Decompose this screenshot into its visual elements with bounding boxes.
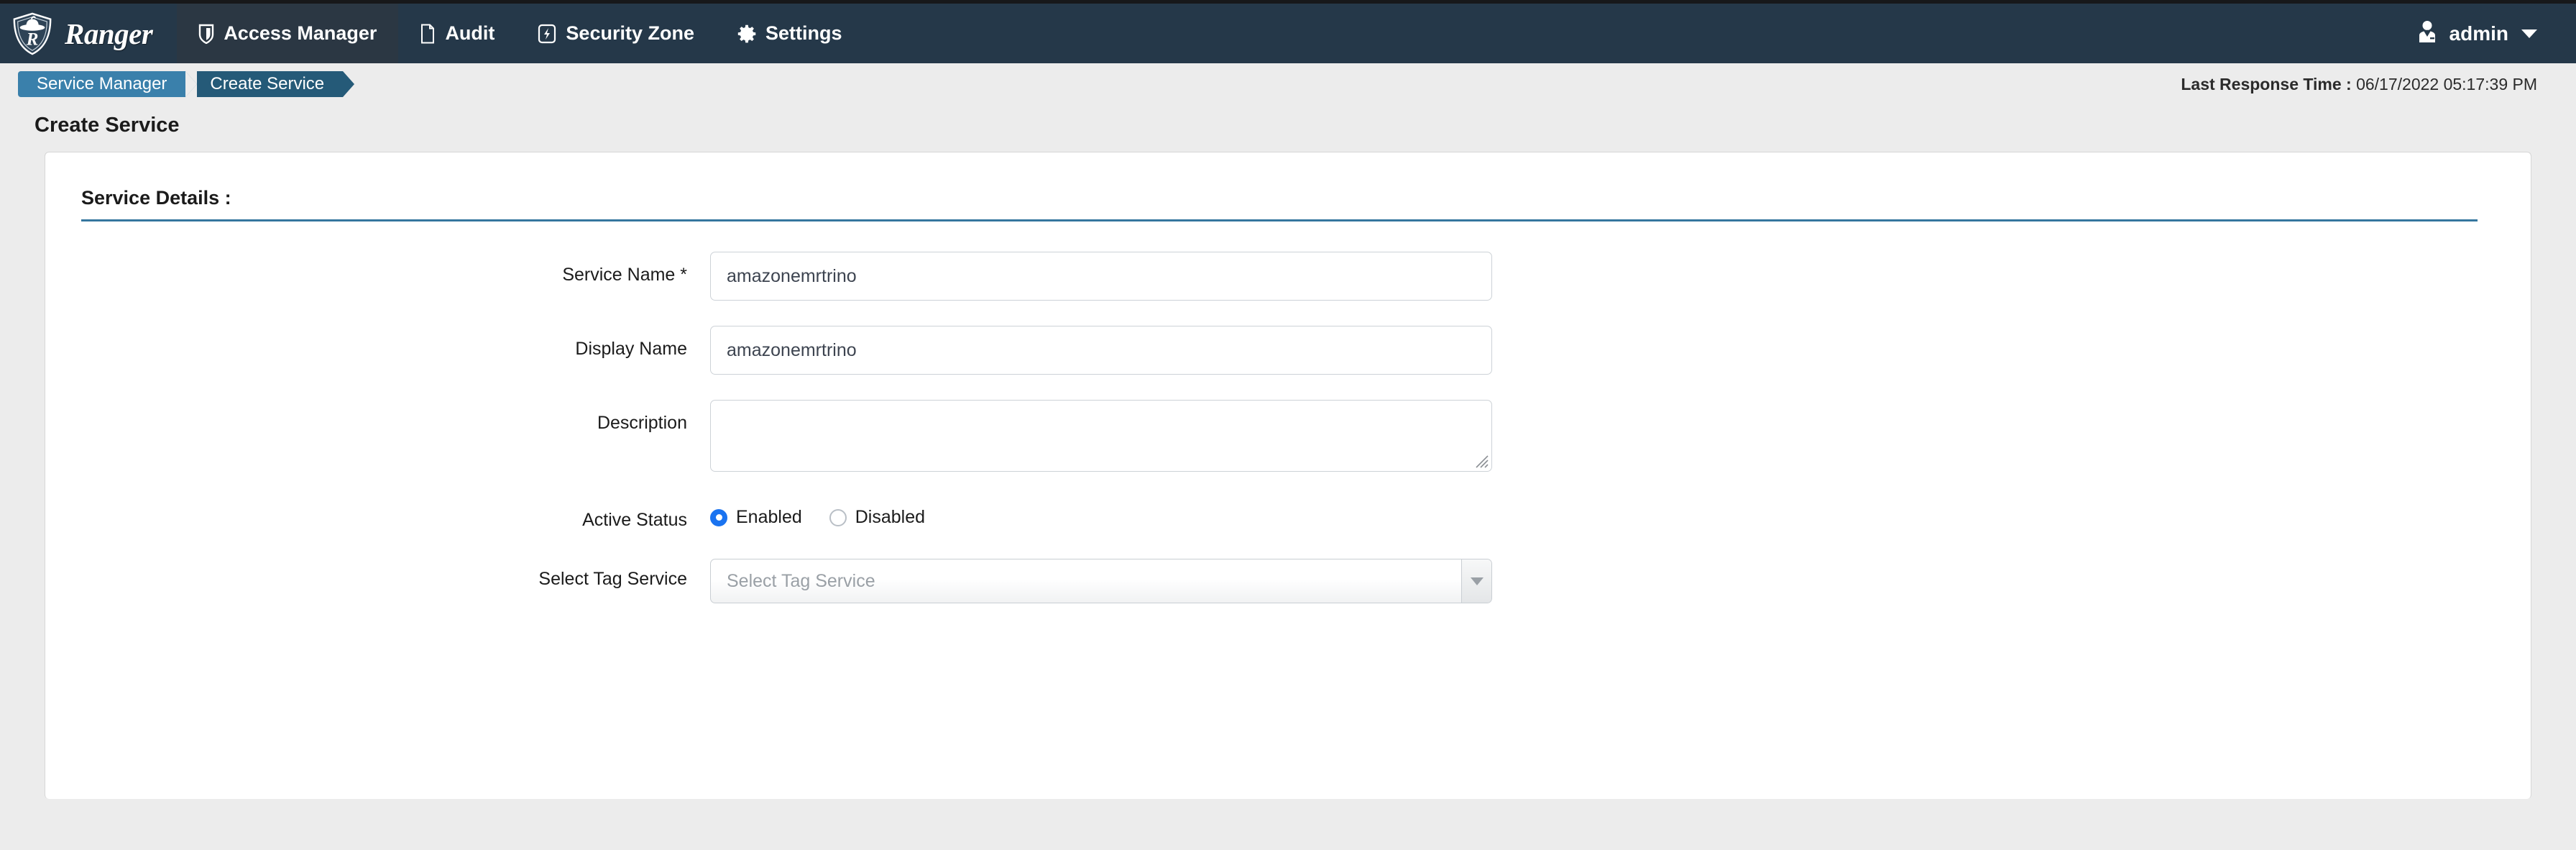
display-name-label: Display Name: [575, 339, 687, 359]
breadcrumb: Service Manager Create Service: [18, 71, 354, 97]
last-response-time: Last Response Time : 06/17/2022 05:17:39…: [2181, 75, 2576, 94]
service-name-input[interactable]: [710, 252, 1492, 301]
caret-down-icon: [2521, 29, 2537, 38]
tag-service-dropdown-button[interactable]: [1461, 559, 1491, 603]
form-row-display-name: Display Name: [45, 326, 2531, 375]
file-icon: [420, 24, 436, 44]
nav-item-security-zone[interactable]: Security Zone: [516, 4, 716, 63]
nav-items: Access Manager Audit Security Zone Setti…: [177, 4, 863, 63]
nav-item-label: Access Manager: [224, 22, 377, 44]
service-details-card: Service Details : Service Name * Display…: [45, 152, 2531, 799]
form-row-active-status: Active Status Enabled Disabled: [45, 497, 2531, 531]
nav-item-label: Settings: [765, 22, 842, 44]
active-status-radio-group: Enabled Disabled: [710, 497, 2531, 528]
nav-item-label: Security Zone: [566, 22, 694, 44]
breadcrumb-item-service-manager[interactable]: Service Manager: [18, 71, 198, 97]
radio-option-enabled[interactable]: Enabled: [710, 507, 802, 528]
user-menu[interactable]: admin: [2415, 4, 2576, 63]
active-status-label: Active Status: [582, 510, 687, 530]
display-name-input[interactable]: [710, 326, 1492, 375]
radio-indicator-enabled[interactable]: [710, 508, 727, 526]
breadcrumb-label: Create Service: [210, 74, 325, 93]
bolt-in-square-icon: [538, 24, 556, 44]
last-response-label: Last Response Time :: [2181, 74, 2352, 93]
section-title: Service Details :: [81, 187, 231, 209]
ranger-shield-logo-icon: R: [13, 12, 52, 55]
user-name: admin: [2449, 22, 2508, 45]
form-row-service-name: Service Name *: [45, 252, 2531, 301]
nav-item-settings[interactable]: Settings: [716, 4, 864, 63]
gear-icon: [737, 24, 756, 43]
radio-option-disabled[interactable]: Disabled: [829, 507, 925, 528]
user-tie-icon: [2415, 19, 2439, 47]
svg-text:R: R: [26, 29, 39, 49]
create-service-form: Service Name * Display Name Description: [45, 221, 2531, 603]
form-row-tag-service: Select Tag Service Select Tag Service: [45, 556, 2531, 603]
tag-service-selected-value: Select Tag Service: [727, 570, 875, 591]
shield-icon: [198, 24, 214, 44]
radio-label-enabled: Enabled: [736, 507, 802, 527]
description-label: Description: [597, 413, 687, 433]
form-row-description: Description: [45, 400, 2531, 472]
navbar: R Ranger Access Manager Audit Security Z…: [0, 4, 2576, 63]
breadcrumb-item-create-service[interactable]: Create Service: [185, 71, 354, 97]
radio-indicator-disabled[interactable]: [829, 508, 847, 526]
last-response-value: 06/17/2022 05:17:39 PM: [2356, 74, 2537, 93]
chevron-down-icon: [1470, 577, 1484, 585]
description-textarea[interactable]: [710, 400, 1492, 472]
nav-item-access-manager[interactable]: Access Manager: [177, 4, 399, 63]
brand-name: Ranger: [65, 17, 153, 50]
page-title: Create Service: [34, 114, 180, 137]
nav-item-label: Audit: [445, 22, 495, 44]
tag-service-select[interactable]: Select Tag Service: [710, 559, 1492, 603]
breadcrumb-label: Service Manager: [37, 74, 167, 93]
nav-item-audit[interactable]: Audit: [398, 4, 516, 63]
tag-service-label: Select Tag Service: [538, 569, 687, 589]
breadcrumb-bar: Service Manager Create Service Last Resp…: [0, 63, 2576, 105]
brand[interactable]: R Ranger: [0, 4, 177, 63]
service-name-label: Service Name *: [562, 265, 687, 285]
radio-label-disabled: Disabled: [855, 507, 926, 527]
